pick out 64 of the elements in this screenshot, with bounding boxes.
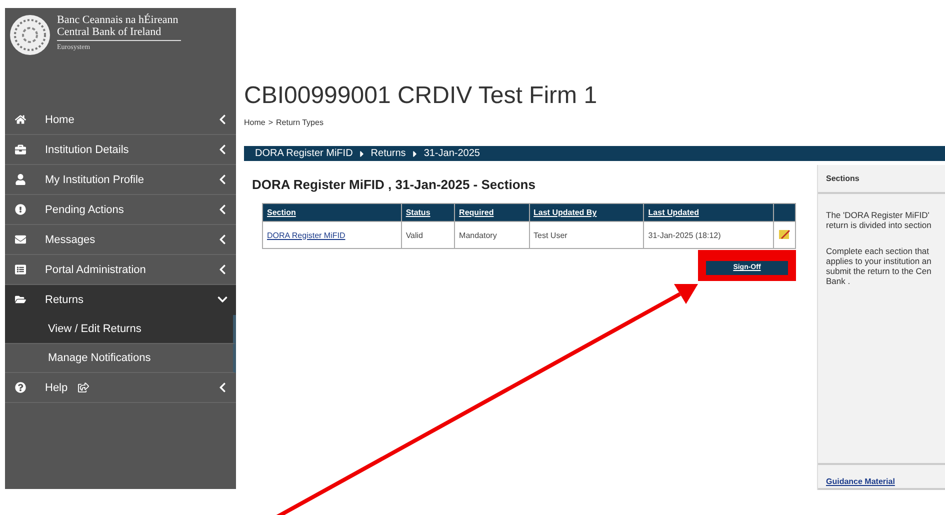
column-header[interactable]: Last Updated By xyxy=(529,204,644,222)
seal-logo-icon xyxy=(9,14,51,56)
breadcrumb-link[interactable]: Home xyxy=(244,118,266,127)
column-header[interactable]: Section xyxy=(262,204,402,222)
chevron-down-icon xyxy=(217,294,228,305)
menu-label: Pending Actions xyxy=(45,204,124,216)
menu-label: My Institution Profile xyxy=(45,174,144,186)
brand-name: Central Bank of Ireland xyxy=(57,26,162,38)
table-cell: Valid xyxy=(401,222,455,248)
menu-item-icon xyxy=(15,114,26,125)
table-cell: Test User xyxy=(529,222,644,248)
column-header[interactable]: Status xyxy=(401,204,455,222)
panel-text: applies to your institution an xyxy=(826,256,932,266)
menu-item-icon xyxy=(15,294,26,305)
menu-item[interactable]: Help xyxy=(5,373,236,403)
menu-item[interactable]: Returns xyxy=(5,285,236,315)
menu-label: Institution Details xyxy=(45,144,129,156)
chevron-left-icon xyxy=(217,174,228,185)
guidance-link[interactable]: Guidance Material xyxy=(826,477,895,486)
chevron-left-icon xyxy=(217,114,228,125)
panel-text: Complete each section that xyxy=(826,246,930,256)
panel-title: Sections xyxy=(818,165,945,194)
menu-label: Portal Administration xyxy=(45,264,146,276)
menu-item[interactable]: Institution Details xyxy=(5,135,236,165)
column-header[interactable]: Required xyxy=(454,204,530,222)
column-header[interactable]: Last Updated xyxy=(644,204,774,222)
breadcrumb-separator: > xyxy=(268,118,274,127)
menu-label: Help xyxy=(45,382,68,394)
panel-text: Bank . xyxy=(826,276,852,286)
table-cell: 31-Jan-2025 (18:12) xyxy=(644,222,774,248)
menu-item[interactable]: Home xyxy=(5,105,236,135)
menu-item-icon xyxy=(15,382,26,393)
menu-item-icon xyxy=(15,144,26,155)
brand-name: Banc Ceannais na hÉireann xyxy=(57,14,180,26)
menu-item[interactable]: Messages xyxy=(5,225,236,255)
menu-item[interactable]: My Institution Profile xyxy=(5,165,236,195)
menu-label: Returns xyxy=(45,294,84,306)
panel-text: The 'DORA Register MiFID' xyxy=(826,210,930,220)
submenu-item[interactable]: View / Edit Returns xyxy=(5,315,236,344)
path-item[interactable]: DORA Register MiFID xyxy=(255,148,353,159)
section-link[interactable]: DORA Register MiFID xyxy=(267,230,346,240)
menu-item-icon xyxy=(15,234,26,245)
menu-label: Messages xyxy=(45,234,96,246)
page-title: CBI00999001 CRDIV Test Firm 1 xyxy=(244,82,598,110)
chevron-left-icon xyxy=(217,204,228,215)
path-item[interactable]: Returns xyxy=(370,148,406,159)
edit-icon[interactable] xyxy=(778,228,791,240)
menu-item-icon xyxy=(15,174,26,185)
panel-text: submit the return to the Cen xyxy=(826,266,932,276)
menu-item[interactable]: Pending Actions xyxy=(5,195,236,225)
chevron-left-icon xyxy=(217,234,228,245)
chevron-left-icon xyxy=(217,264,228,275)
external-link-icon[interactable] xyxy=(78,382,89,393)
submenu-item[interactable]: Manage Notifications xyxy=(5,344,236,373)
chevron-left-icon xyxy=(217,144,228,155)
sections-heading: DORA Register MiFID , 31-Jan-2025 - Sections xyxy=(252,177,536,192)
menu-item-icon xyxy=(15,264,26,275)
breadcrumb-link[interactable]: Return Types xyxy=(276,118,324,127)
chevron-left-icon xyxy=(217,382,228,393)
menu-label: Home xyxy=(45,114,74,126)
table-cell: Mandatory xyxy=(454,222,530,248)
panel-text: return is divided into section xyxy=(826,220,932,230)
path-item[interactable]: 31-Jan-2025 xyxy=(424,148,480,159)
menu-item-icon xyxy=(15,204,26,215)
